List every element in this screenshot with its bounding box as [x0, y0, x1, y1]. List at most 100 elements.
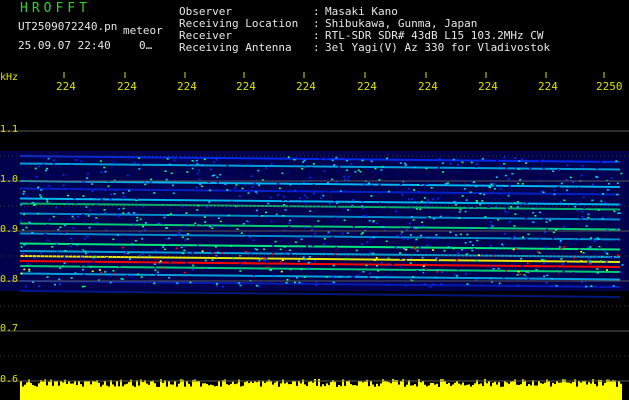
- signal-speck: [543, 262, 546, 264]
- signal-speck: [429, 285, 432, 288]
- y-tick-label: 1.0: [0, 174, 19, 185]
- signal-speck: [90, 216, 93, 218]
- signal-speck: [466, 233, 469, 236]
- signal-speck: [227, 214, 230, 217]
- signal-speck: [45, 167, 48, 170]
- signal-speck: [305, 245, 308, 248]
- noise-spike: [80, 384, 82, 389]
- signal-speck: [322, 194, 325, 197]
- signal-speck: [459, 233, 462, 236]
- signal-speck: [375, 257, 378, 259]
- signal-speck: [480, 244, 483, 247]
- noise-spike: [538, 380, 540, 389]
- signal-speck: [23, 244, 26, 246]
- noise-spike: [372, 384, 374, 389]
- signal-speck: [516, 274, 519, 276]
- signal-speck: [589, 211, 592, 214]
- signal-speck: [150, 178, 153, 181]
- signal-speck: [245, 235, 248, 238]
- signal-speck: [272, 186, 275, 188]
- signal-speck: [399, 265, 402, 267]
- noise-spike: [274, 382, 276, 389]
- signal-speck: [468, 228, 471, 230]
- noise-spike: [504, 381, 506, 389]
- signal-speck: [274, 240, 277, 243]
- signal-speck: [22, 188, 25, 190]
- signal-speck: [314, 260, 317, 262]
- signal-speck: [45, 187, 48, 189]
- signal-speck: [31, 253, 34, 255]
- signal-speck: [321, 271, 324, 274]
- signal-speck: [562, 225, 565, 228]
- signal-speck: [538, 211, 541, 214]
- signal-speck: [143, 258, 146, 260]
- signal-speck: [91, 270, 94, 273]
- signal-speck: [513, 262, 516, 264]
- signal-speck: [386, 207, 389, 209]
- signal-speck: [239, 284, 242, 287]
- noise-spike: [286, 382, 288, 389]
- signal-speck: [48, 185, 51, 187]
- signal-speck: [572, 271, 575, 274]
- noise-spike: [464, 385, 466, 389]
- signal-speck: [403, 162, 406, 165]
- signal-speck: [417, 175, 420, 177]
- signal-speck: [302, 256, 305, 258]
- noise-spike: [304, 384, 306, 389]
- signal-speck: [506, 211, 509, 214]
- noise-spike: [200, 386, 202, 389]
- signal-speck: [85, 264, 88, 267]
- signal-speck: [577, 237, 580, 240]
- signal-speck: [553, 189, 556, 192]
- signal-speck: [517, 270, 520, 273]
- signal-speck: [229, 175, 232, 177]
- signal-speck: [50, 220, 53, 223]
- noise-spike: [102, 384, 104, 389]
- noise-spike: [118, 386, 120, 389]
- signal-speck: [222, 276, 225, 279]
- signal-speck: [385, 240, 388, 243]
- signal-speck: [561, 263, 564, 265]
- signal-speck: [191, 252, 194, 254]
- signal-speck: [593, 189, 596, 192]
- noise-spike: [20, 380, 22, 389]
- signal-speck: [172, 192, 175, 195]
- signal-speck: [253, 182, 256, 185]
- signal-speck: [272, 274, 275, 277]
- signal-speck: [113, 272, 116, 275]
- signal-speck: [168, 187, 171, 189]
- noise-spike: [588, 382, 590, 389]
- signal-speck: [265, 257, 268, 259]
- signal-speck: [514, 213, 517, 216]
- signal-speck: [455, 234, 458, 236]
- signal-speck: [334, 217, 337, 219]
- signal-speck: [551, 252, 554, 255]
- signal-speck: [211, 197, 214, 200]
- signal-speck: [153, 240, 156, 243]
- signal-speck: [50, 209, 53, 212]
- signal-speck: [580, 219, 583, 221]
- signal-speck: [25, 277, 28, 280]
- signal-speck: [409, 234, 412, 236]
- noise-spike: [336, 386, 338, 389]
- signal-speck: [53, 283, 56, 286]
- signal-speck: [620, 217, 623, 220]
- signal-speck: [104, 189, 107, 192]
- signal-speck: [32, 281, 35, 283]
- signal-speck: [23, 268, 26, 271]
- signal-speck: [395, 186, 398, 188]
- signal-speck: [562, 174, 565, 176]
- signal-speck: [314, 232, 317, 235]
- signal-speck: [402, 237, 405, 240]
- signal-speck: [230, 201, 233, 203]
- signal-speck: [532, 211, 535, 214]
- signal-speck: [516, 201, 519, 203]
- signal-speck: [496, 159, 499, 162]
- noise-spike: [104, 381, 106, 389]
- signal-speck: [422, 156, 425, 158]
- signal-speck: [311, 225, 314, 227]
- signal-speck: [222, 285, 225, 288]
- signal-speck: [77, 158, 80, 161]
- noise-spike: [424, 384, 426, 389]
- noise-spike: [66, 383, 68, 389]
